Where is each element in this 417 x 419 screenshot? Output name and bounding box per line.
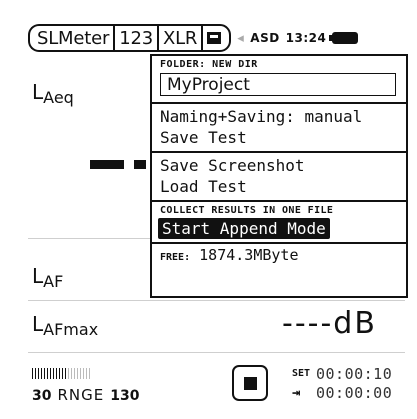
elapsed-time-value: 00:00:00: [316, 383, 393, 402]
range-bar: [59, 368, 60, 379]
set-time-value: 00:00:10: [316, 364, 393, 383]
laf-label: LAF: [32, 264, 64, 291]
timers: SET 00:00:10 ⇥ 00:00:00: [292, 364, 392, 402]
range-bar: [44, 368, 45, 379]
range-bar: [74, 368, 75, 379]
load-test-item[interactable]: Load Test: [152, 176, 406, 197]
tab-slmeter[interactable]: SLMeter: [28, 24, 114, 52]
range-bar: [65, 368, 66, 379]
range-high: 130: [110, 388, 140, 404]
laeq-label-main: L: [32, 80, 44, 104]
lafmax-label-sub: AFmax: [43, 320, 99, 339]
stop-icon: [243, 376, 257, 390]
tab-123-label: 123: [119, 27, 153, 49]
asd-label: ASD: [250, 31, 280, 45]
free-value: 1874.3MByte: [199, 246, 299, 264]
naming-saving-item[interactable]: Naming+Saving: manual: [152, 106, 406, 127]
lafmax-label-main: L: [32, 312, 44, 336]
lafmax-value: ----dB: [282, 306, 377, 341]
save-test-item[interactable]: Save Test: [152, 127, 406, 148]
tab-xlr[interactable]: XLR: [156, 24, 202, 52]
status-indicators: ◂ ASD 13:24: [237, 24, 359, 52]
battery-icon: [329, 32, 359, 44]
value-dash: [90, 160, 124, 169]
tab-slmeter-label: SLMeter: [37, 27, 110, 49]
set-label: SET: [292, 368, 311, 379]
free-label: FREE:: [160, 252, 191, 263]
range-bar: [80, 368, 81, 379]
arrow-to-bar-icon: ⇥: [292, 384, 301, 401]
range-bar: [77, 368, 78, 379]
tab-memory[interactable]: [201, 24, 232, 52]
range-indicator[interactable]: 30 RNGE 130: [32, 386, 139, 404]
tab-xlr-label: XLR: [162, 27, 198, 49]
divider: [28, 300, 405, 301]
folder-header: FOLDER: NEW DIR: [160, 59, 258, 70]
laeq-label-sub: Aeq: [43, 88, 74, 107]
stop-button[interactable]: [232, 365, 268, 401]
elapsed-time-row: ⇥ 00:00:00: [292, 383, 392, 402]
lafmax-label: LAFmax: [32, 312, 99, 339]
range-bar: [83, 368, 84, 379]
status-bar: SLMeter 123 XLR ◂ ASD 13:24: [28, 24, 405, 52]
range-bar: [53, 368, 54, 379]
memory-menu: FOLDER: NEW DIR MyProject Naming+Saving:…: [150, 54, 408, 298]
range-bar: [41, 368, 42, 379]
laf-label-sub: AF: [43, 272, 64, 291]
folder-name-field[interactable]: MyProject: [160, 73, 396, 96]
laf-label-main: L: [32, 264, 44, 288]
range-bar: [89, 368, 90, 379]
laeq-label: LAeq: [32, 80, 74, 107]
range-bar: [38, 368, 39, 379]
divider: [28, 352, 405, 353]
instrument-screen: SLMeter 123 XLR ◂ ASD 13:24 LAeq LAF LAF…: [2, 2, 415, 417]
speaker-icon: ◂: [237, 30, 245, 46]
range-bar: [32, 368, 33, 379]
menu-divider: [152, 102, 406, 104]
clock: 13:24: [285, 31, 327, 45]
range-bar: [56, 368, 57, 379]
free-memory: FREE: 1874.3MByte: [152, 244, 406, 266]
menu-divider: [152, 151, 406, 153]
start-append-mode-item[interactable]: Start Append Mode: [158, 218, 330, 239]
range-bar: [71, 368, 72, 379]
save-screenshot-item[interactable]: Save Screenshot: [152, 155, 406, 176]
range-bar: [68, 368, 69, 379]
range-bar: [86, 368, 87, 379]
range-bargraph: [32, 368, 90, 379]
laeq-value-dashes: [90, 160, 146, 169]
range-bar: [62, 368, 63, 379]
range-bar: [35, 368, 36, 379]
set-time-row[interactable]: SET 00:00:10: [292, 364, 392, 383]
tab-123[interactable]: 123: [113, 24, 157, 52]
sd-card-icon: [207, 32, 222, 44]
range-bar: [50, 368, 51, 379]
collect-header: COLLECT RESULTS IN ONE FILE: [160, 205, 334, 216]
value-dash: [134, 160, 146, 169]
range-bar: [47, 368, 48, 379]
range-low: 30: [32, 388, 52, 404]
range-label: RNGE: [57, 386, 105, 404]
